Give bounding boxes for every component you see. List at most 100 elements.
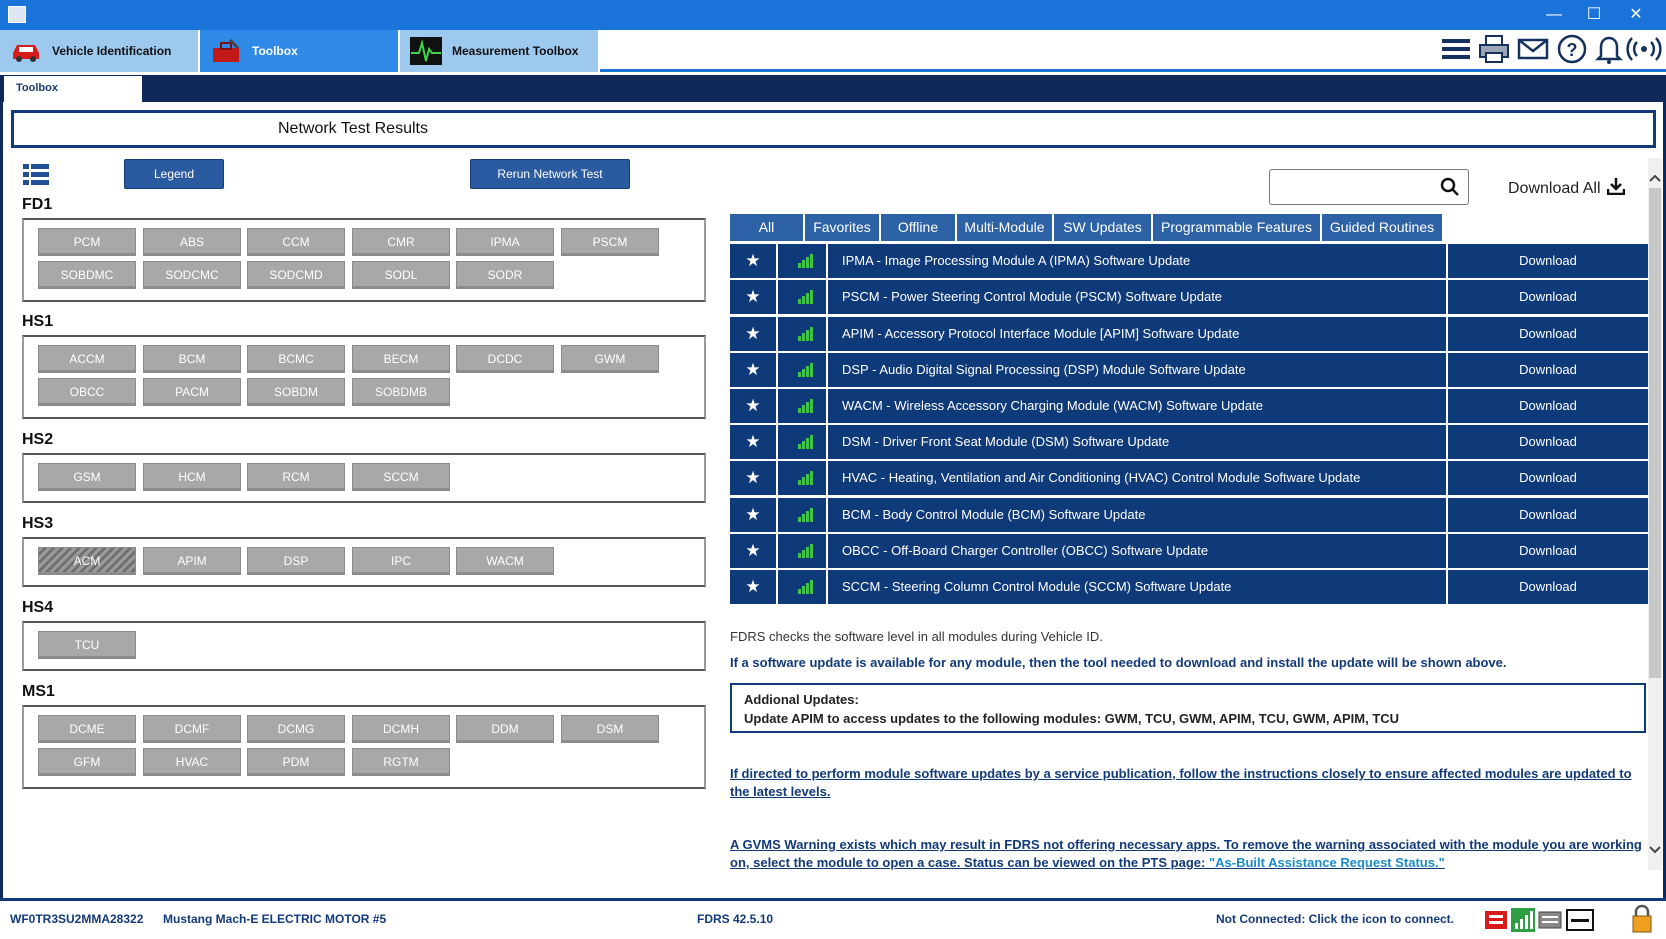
filter-tab-guided-routines[interactable]: Guided Routines — [1322, 214, 1444, 241]
download-button[interactable]: Download — [1446, 534, 1648, 568]
download-button[interactable]: Download — [1446, 498, 1648, 532]
rerun-network-test-button[interactable]: Rerun Network Test — [470, 159, 630, 189]
minimize-button[interactable]: — — [1532, 0, 1576, 30]
module-dcmg[interactable]: DCMG — [247, 715, 345, 743]
module-sobdmc[interactable]: SOBDMC — [38, 261, 136, 289]
scroll-down-icon[interactable] — [1648, 843, 1662, 857]
tab-measurement-toolbox[interactable]: Measurement Toolbox — [400, 30, 600, 72]
download-button[interactable]: Download — [1446, 244, 1648, 278]
module-ipma[interactable]: IPMA — [456, 228, 554, 256]
favorite-star-icon[interactable]: ★ — [730, 461, 778, 495]
favorite-star-icon[interactable]: ★ — [730, 280, 778, 314]
module-sccm[interactable]: SCCM — [352, 463, 450, 491]
filter-tab-programmable-features[interactable]: Programmable Features — [1153, 214, 1322, 241]
module-accm[interactable]: ACCM — [38, 345, 136, 373]
download-button[interactable]: Download — [1446, 353, 1648, 387]
update-row[interactable]: ★ IPMA - Image Processing Module A (IPMA… — [730, 244, 1648, 278]
filter-tab-multi-module[interactable]: Multi-Module — [957, 214, 1054, 241]
module-dcmh[interactable]: DCMH — [352, 715, 450, 743]
module-ipc[interactable]: IPC — [352, 547, 450, 575]
module-sodl[interactable]: SODL — [352, 261, 450, 289]
menu-icon[interactable] — [1439, 36, 1473, 68]
module-gfm[interactable]: GFM — [38, 748, 136, 776]
favorite-star-icon[interactable]: ★ — [730, 317, 778, 351]
search-input[interactable] — [1276, 176, 1426, 198]
module-dcme[interactable]: DCME — [38, 715, 136, 743]
module-bcm[interactable]: BCM — [143, 345, 241, 373]
module-becm[interactable]: BECM — [352, 345, 450, 373]
update-row[interactable]: ★ WACM - Wireless Accessory Charging Mod… — [730, 389, 1648, 423]
keyboard-icon[interactable] — [1538, 908, 1562, 932]
lock-icon[interactable] — [1630, 904, 1654, 933]
module-wacm[interactable]: WACM — [456, 547, 554, 575]
service-publication-link[interactable]: If directed to perform module software u… — [730, 765, 1642, 801]
module-dcdc[interactable]: DCDC — [456, 345, 554, 373]
update-row[interactable]: ★ HVAC - Heating, Ventilation and Air Co… — [730, 461, 1648, 495]
module-dsm[interactable]: DSM — [561, 715, 659, 743]
favorite-star-icon[interactable]: ★ — [730, 389, 778, 423]
download-button[interactable]: Download — [1446, 461, 1648, 495]
update-row[interactable]: ★ BCM - Body Control Module (BCM) Softwa… — [730, 498, 1648, 532]
filter-tab-favorites[interactable]: Favorites — [805, 214, 881, 241]
favorite-star-icon[interactable]: ★ — [730, 570, 778, 604]
module-pcm[interactable]: PCM — [38, 228, 136, 256]
module-ddm[interactable]: DDM — [456, 715, 554, 743]
module-dcmf[interactable]: DCMF — [143, 715, 241, 743]
gvms-warning-link[interactable]: A GVMS Warning exists which may result i… — [730, 836, 1642, 872]
wireless-icon[interactable] — [1626, 34, 1662, 66]
maximize-button[interactable]: ☐ — [1572, 0, 1616, 30]
download-button[interactable]: Download — [1446, 280, 1648, 314]
list-view-icon[interactable] — [23, 164, 49, 186]
update-row[interactable]: ★ APIM - Accessory Protocol Interface Mo… — [730, 317, 1648, 351]
module-bcmc[interactable]: BCMC — [247, 345, 345, 373]
module-obcc[interactable]: OBCC — [38, 378, 136, 406]
search-box[interactable] — [1269, 169, 1469, 205]
module-sodcmc[interactable]: SODCMC — [143, 261, 241, 289]
module-tcu[interactable]: TCU — [38, 631, 136, 659]
download-all-button[interactable]: Download All — [1508, 177, 1625, 200]
favorite-star-icon[interactable]: ★ — [730, 425, 778, 459]
update-row[interactable]: ★ DSP - Audio Digital Signal Processing … — [730, 353, 1648, 387]
legend-button[interactable]: Legend — [124, 159, 224, 189]
help-icon[interactable]: ? — [1555, 34, 1589, 66]
bell-icon[interactable] — [1592, 34, 1626, 66]
filter-tab-all[interactable]: All — [730, 214, 805, 241]
module-hvac[interactable]: HVAC — [143, 748, 241, 776]
vci-icon[interactable] — [1484, 908, 1508, 932]
scrollbar-thumb[interactable] — [1649, 188, 1661, 678]
favorite-star-icon[interactable]: ★ — [730, 353, 778, 387]
download-button[interactable]: Download — [1446, 317, 1648, 351]
module-gwm[interactable]: GWM — [561, 345, 659, 373]
filter-tab-offline[interactable]: Offline — [881, 214, 957, 241]
module-acm[interactable]: ACM — [38, 547, 136, 575]
module-pscm[interactable]: PSCM — [561, 228, 659, 256]
module-rgtm[interactable]: RGTM — [352, 748, 450, 776]
as-built-status-link[interactable]: "As-Built Assistance Request Status." — [1209, 855, 1445, 870]
download-button[interactable]: Download — [1446, 570, 1648, 604]
module-cmr[interactable]: CMR — [352, 228, 450, 256]
module-apim[interactable]: APIM — [143, 547, 241, 575]
update-row[interactable]: ★ PSCM - Power Steering Control Module (… — [730, 280, 1648, 314]
mail-icon[interactable] — [1516, 34, 1550, 66]
module-sobdmb[interactable]: SOBDMB — [352, 378, 450, 406]
signal-strength-icon[interactable] — [1511, 908, 1535, 932]
download-button[interactable]: Download — [1446, 389, 1648, 423]
module-abs[interactable]: ABS — [143, 228, 241, 256]
favorite-star-icon[interactable]: ★ — [730, 534, 778, 568]
update-row[interactable]: ★ DSM - Driver Front Seat Module (DSM) S… — [730, 425, 1648, 459]
tab-toolbox[interactable]: Toolbox — [200, 30, 400, 72]
module-dsp[interactable]: DSP — [247, 547, 345, 575]
module-hcm[interactable]: HCM — [143, 463, 241, 491]
module-sodcmd[interactable]: SODCMD — [247, 261, 345, 289]
scroll-up-icon[interactable] — [1648, 172, 1662, 186]
download-button[interactable]: Download — [1446, 425, 1648, 459]
module-rcm[interactable]: RCM — [247, 463, 345, 491]
filter-tab-sw-updates[interactable]: SW Updates — [1054, 214, 1153, 241]
tab-vehicle-identification[interactable]: Vehicle Identification — [0, 30, 200, 72]
tab-toolbox-sub[interactable]: Toolbox — [4, 76, 142, 102]
close-button[interactable]: ✕ — [1614, 0, 1658, 30]
module-gsm[interactable]: GSM — [38, 463, 136, 491]
printer-icon[interactable] — [1477, 34, 1511, 66]
dash-icon[interactable] — [1566, 908, 1594, 932]
update-row[interactable]: ★ SCCM - Steering Column Control Module … — [730, 570, 1648, 604]
